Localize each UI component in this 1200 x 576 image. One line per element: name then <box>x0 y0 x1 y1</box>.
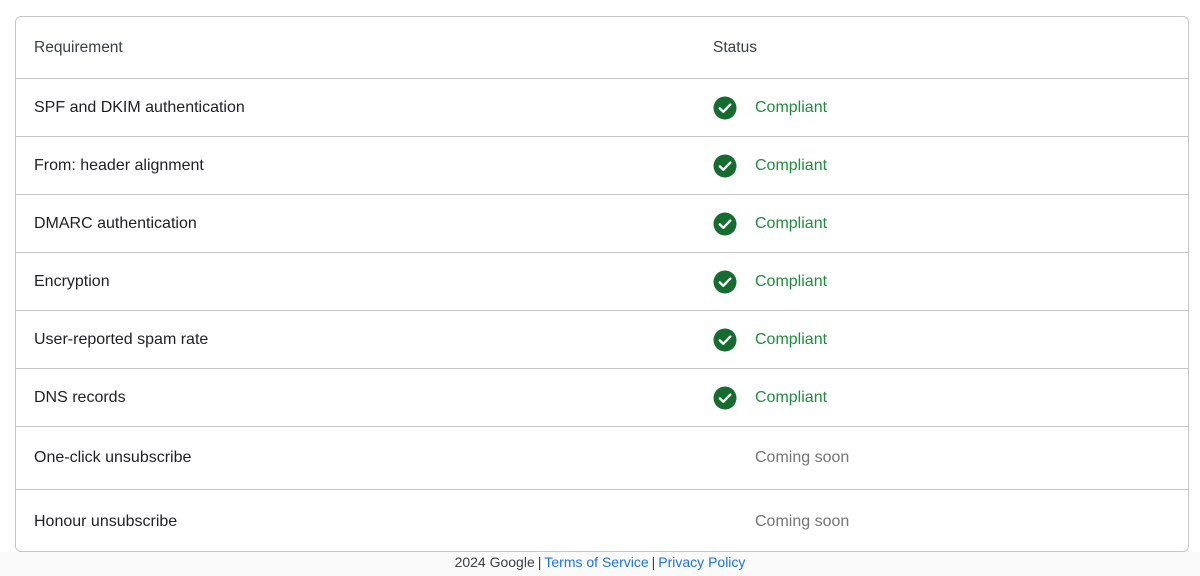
status-coming-soon: Coming soon <box>755 449 850 466</box>
footer: 2024 Google | Terms of Service | Privacy Pol… <box>0 552 1200 576</box>
page: Requirement Status SPF and DKIM authenti… <box>0 0 1200 576</box>
status-compliant: Compliant <box>755 272 828 290</box>
status-compliant: Compliant <box>755 98 828 116</box>
status-cell: Coming soon <box>713 446 849 470</box>
table-row: From: header alignment Compliant <box>16 137 1188 195</box>
footer-copyright: 2024 Google <box>454 554 535 570</box>
requirements-table: Requirement Status SPF and DKIM authenti… <box>15 16 1189 552</box>
status-compliant: Compliant <box>755 214 828 232</box>
header-status: Status <box>713 38 757 56</box>
table-header-row: Requirement Status <box>16 17 1188 79</box>
requirement-label: One-click unsubscribe <box>34 449 192 466</box>
table-row: One-click unsubscribe Coming soon <box>16 427 1188 490</box>
table-row: Encryption Compliant <box>16 253 1188 311</box>
footer-separator: | <box>537 554 542 570</box>
requirement-label: Encryption <box>34 272 110 290</box>
footer-separator: | <box>651 554 656 570</box>
check-circle-icon <box>713 212 737 236</box>
table-row: DNS records Compliant <box>16 369 1188 427</box>
privacy-policy-link[interactable]: Privacy Policy <box>658 554 745 570</box>
requirement-label: DNS records <box>34 388 126 406</box>
table-row: DMARC authentication Compliant <box>16 195 1188 253</box>
requirement-label: From: header alignment <box>34 156 204 174</box>
status-cell: Compliant <box>713 270 827 294</box>
status-cell: Compliant <box>713 96 827 120</box>
check-circle-icon <box>713 270 737 294</box>
table-row: SPF and DKIM authentication Compliant <box>16 79 1188 137</box>
check-circle-icon <box>713 328 737 352</box>
requirement-label: User-reported spam rate <box>34 330 209 348</box>
header-requirement: Requirement <box>34 38 123 56</box>
table-row: Honour unsubscribe Coming soon <box>16 490 1188 551</box>
requirement-label: Honour unsubscribe <box>34 512 178 530</box>
status-cell: Compliant <box>713 386 827 410</box>
check-circle-icon <box>713 386 737 410</box>
status-cell: Compliant <box>713 212 827 236</box>
status-cell: Compliant <box>713 154 827 178</box>
status-compliant: Compliant <box>755 156 828 174</box>
status-compliant: Compliant <box>755 330 828 348</box>
terms-of-service-link[interactable]: Terms of Service <box>544 554 648 570</box>
check-circle-icon <box>713 154 737 178</box>
table-row: User-reported spam rate Compliant <box>16 311 1188 369</box>
check-circle-icon <box>713 96 737 120</box>
status-cell: Compliant <box>713 328 827 352</box>
requirement-label: SPF and DKIM authentication <box>34 98 245 116</box>
status-coming-soon: Coming soon <box>755 512 850 530</box>
status-compliant: Compliant <box>755 388 828 406</box>
status-cell: Coming soon <box>713 510 849 534</box>
requirement-label: DMARC authentication <box>34 214 197 232</box>
